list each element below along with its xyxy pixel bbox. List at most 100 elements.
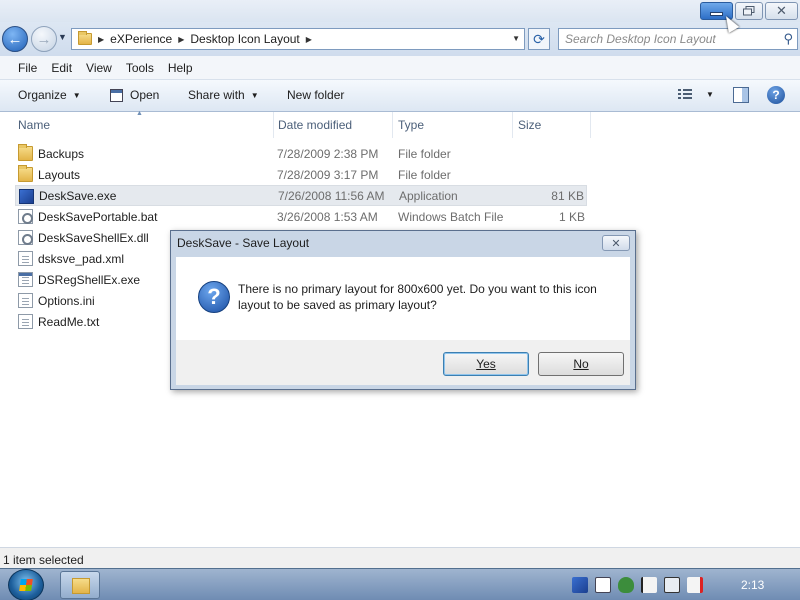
breadcrumb-arrow-icon[interactable]: ▶: [98, 35, 104, 44]
menu-edit[interactable]: Edit: [51, 61, 72, 75]
menu-help[interactable]: Help: [168, 61, 193, 75]
menu-tools[interactable]: Tools: [126, 61, 154, 75]
taskbar-explorer-button[interactable]: [60, 571, 100, 599]
application-icon: [19, 189, 34, 204]
preview-pane-icon[interactable]: [733, 87, 749, 103]
menu-file[interactable]: File: [18, 61, 37, 75]
column-header-date-modified[interactable]: Date modified: [278, 118, 352, 132]
search-input[interactable]: [559, 29, 769, 49]
text-file-icon: [18, 314, 33, 329]
file-date: 7/28/2009 2:38 PM: [277, 146, 379, 161]
file-type: File folder: [398, 146, 451, 161]
column-divider[interactable]: [590, 112, 591, 138]
dialog-footer: Yes No: [176, 340, 630, 385]
desksave-tray-icon[interactable]: [572, 577, 588, 593]
open-button[interactable]: Open: [110, 88, 159, 102]
save-layout-dialog: DeskSave - Save Layout ✕ ? There is no p…: [170, 230, 636, 390]
change-view-button[interactable]: ▼: [678, 88, 714, 100]
new-folder-label: New folder: [287, 88, 345, 102]
file-name: Layouts: [38, 167, 81, 182]
application-icon: [110, 88, 123, 102]
file-row-desksaveportable-bat[interactable]: DeskSavePortable.bat 3/26/2008 1:53 AM W…: [15, 206, 587, 227]
file-row-desksave-exe[interactable]: DeskSave.exe 7/26/2008 11:56 AM Applicat…: [15, 185, 587, 206]
address-dropdown-icon[interactable]: ▼: [512, 34, 520, 43]
restore-button[interactable]: [735, 2, 763, 20]
share-with-label: Share with: [188, 88, 245, 102]
navigation-bar: ← → ▼ ▶ eXPerience ▶ Desktop Icon Layout…: [0, 22, 800, 56]
column-divider[interactable]: [392, 112, 393, 138]
back-arrow-icon: ←: [7, 30, 23, 48]
start-button[interactable]: [8, 569, 44, 600]
breadcrumb-arrow-icon[interactable]: ▶: [306, 35, 312, 44]
file-size: 81 KB: [551, 188, 584, 203]
forward-arrow-icon: →: [36, 30, 52, 48]
application-icon: [18, 272, 33, 287]
chevron-down-icon: ▼: [72, 90, 81, 100]
network-icon[interactable]: [664, 577, 680, 593]
close-icon: ✕: [776, 3, 787, 18]
no-button[interactable]: No: [538, 352, 624, 376]
search-box[interactable]: ⚲: [558, 28, 798, 50]
file-date: 3/26/2008 1:53 AM: [277, 209, 378, 224]
help-button[interactable]: ?: [767, 86, 785, 104]
question-icon: ?: [198, 281, 230, 313]
column-header-name[interactable]: Name: [18, 118, 50, 132]
file-date: 7/28/2009 3:17 PM: [277, 167, 379, 182]
help-icon: ?: [772, 88, 780, 102]
folder-icon: [18, 165, 33, 182]
security-shield-tray-icon[interactable]: [618, 577, 634, 593]
recent-pages-chevron-icon[interactable]: ▼: [58, 32, 67, 42]
file-type: File folder: [398, 167, 451, 182]
minimize-icon: [710, 12, 723, 16]
refresh-button[interactable]: ⟳: [528, 28, 550, 50]
yes-label: Yes: [476, 357, 496, 371]
file-row-layouts[interactable]: Layouts 7/28/2009 3:17 PM File folder: [15, 164, 587, 185]
taskbar-clock[interactable]: 2:13: [741, 578, 764, 592]
new-folder-button[interactable]: New folder: [287, 88, 344, 102]
close-button[interactable]: ✕: [765, 2, 798, 20]
column-header-type[interactable]: Type: [398, 118, 424, 132]
share-with-button[interactable]: Share with ▼: [188, 88, 259, 102]
breadcrumb-arrow-icon[interactable]: ▶: [178, 35, 184, 44]
search-icon[interactable]: ⚲: [783, 31, 793, 47]
file-row-backups[interactable]: Backups 7/28/2009 2:38 PM File folder: [15, 143, 587, 164]
restore-icon: [743, 6, 755, 16]
file-name: DSRegShellEx.exe: [38, 272, 141, 287]
batch-file-icon: [18, 209, 33, 224]
volume-muted-icon[interactable]: [687, 577, 703, 593]
dialog-title: DeskSave - Save Layout: [177, 236, 310, 250]
organize-button[interactable]: Organize ▼: [18, 88, 81, 102]
file-name: DeskSave.exe: [39, 188, 117, 203]
xml-file-icon: [18, 251, 33, 266]
chevron-down-icon: ▼: [706, 89, 714, 99]
file-name: ReadMe.txt: [38, 314, 100, 329]
dialog-message: There is no primary layout for 800x600 y…: [238, 282, 597, 312]
dialog-body: ? There is no primary layout for 800x600…: [176, 257, 630, 340]
file-name: dsksve_pad.xml: [38, 251, 125, 266]
menu-bar: File Edit View Tools Help: [0, 56, 800, 80]
question-mark: ?: [207, 284, 221, 309]
back-button[interactable]: ←: [2, 26, 28, 52]
notepad-tray-icon[interactable]: [595, 577, 611, 593]
dialog-close-button[interactable]: ✕: [602, 235, 630, 251]
column-headers: ▲ Name Date modified Type Size: [0, 110, 800, 138]
close-icon: ✕: [611, 237, 621, 250]
dll-file-icon: [18, 230, 33, 245]
forward-button[interactable]: →: [31, 26, 57, 52]
settings-file-icon: [18, 293, 33, 308]
column-divider[interactable]: [512, 112, 513, 138]
menu-view[interactable]: View: [86, 61, 112, 75]
folder-icon: [78, 31, 92, 45]
file-type: Application: [399, 188, 458, 203]
file-name: Backups: [38, 146, 85, 161]
file-size: 1 KB: [558, 209, 585, 224]
column-header-size[interactable]: Size: [518, 118, 541, 132]
column-divider[interactable]: [273, 112, 274, 138]
action-center-flag-icon[interactable]: [641, 577, 657, 593]
breadcrumb-desktop-icon-layout[interactable]: Desktop Icon Layout: [190, 32, 299, 46]
file-name: DeskSaveShellEx.dll: [38, 230, 149, 245]
yes-button[interactable]: Yes: [443, 352, 529, 376]
view-details-icon: [678, 89, 692, 99]
address-bar[interactable]: ▶ eXPerience ▶ Desktop Icon Layout ▶ ▼: [71, 28, 525, 50]
breadcrumb-experience[interactable]: eXPerience: [110, 32, 172, 46]
